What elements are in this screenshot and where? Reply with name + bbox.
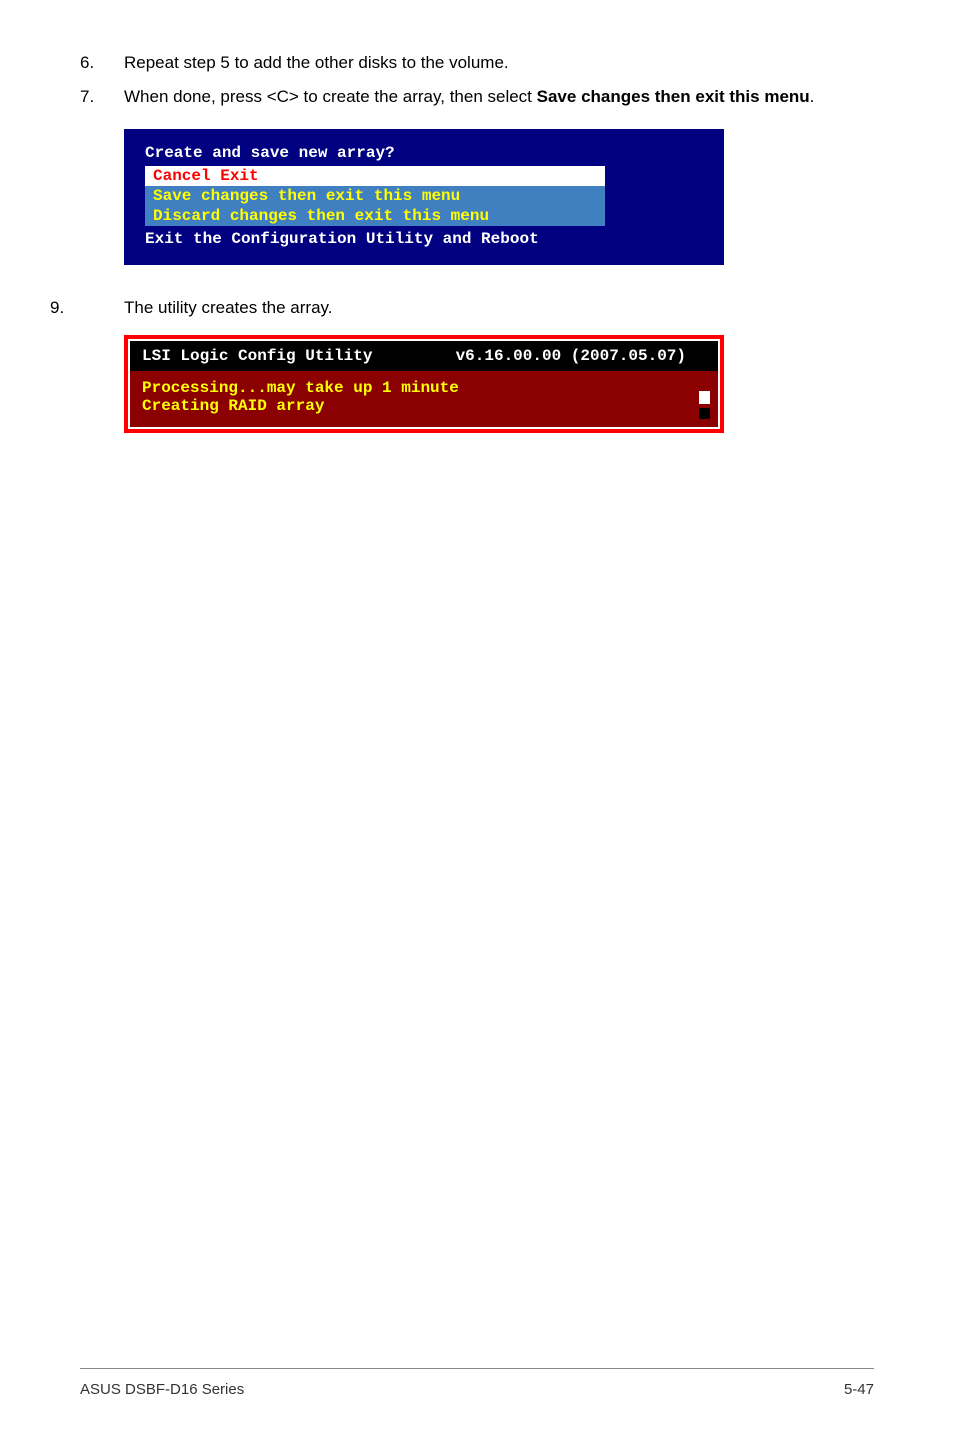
bios-processing-line2: Creating RAID array [142, 397, 706, 415]
bios-header-title: LSI Logic Config Utility [142, 347, 372, 365]
bios-processing-line1: Processing...may take up 1 minute [142, 379, 706, 397]
step-9-number: 9. [50, 295, 124, 321]
bios-menu: Cancel Exit Save changes then exit this … [145, 166, 605, 226]
bios-menu-discard-changes[interactable]: Discard changes then exit this menu [145, 206, 605, 226]
step-7-bold: Save changes then exit this menu [537, 87, 810, 106]
footer-page-number: 5-47 [844, 1381, 874, 1398]
bios-processing-body: Processing...may take up 1 minute Creati… [130, 371, 718, 427]
page-footer: ASUS DSBF-D16 Series 5-47 [80, 1368, 874, 1398]
bios-processing-window: LSI Logic Config Utility v6.16.00.00 (20… [124, 335, 724, 433]
step-7-number: 7. [80, 84, 124, 110]
step-7: 7. When done, press <C> to create the ar… [80, 84, 874, 110]
step-7-text: When done, press <C> to create the array… [124, 84, 874, 110]
step-7-prefix: When done, press <C> to create the array… [124, 87, 537, 106]
step-6: 6. Repeat step 5 to add the other disks … [80, 50, 874, 76]
bios-menu-save-changes[interactable]: Save changes then exit this menu [145, 186, 605, 206]
step-7-suffix: . [810, 87, 815, 106]
bios-create-array-dialog: Create and save new array? Cancel Exit S… [124, 129, 724, 265]
bios-processing-header: LSI Logic Config Utility v6.16.00.00 (20… [130, 341, 718, 371]
bios-cursor-icon [694, 391, 710, 407]
step-9: 9. The utility creates the array. [50, 295, 874, 321]
bios-header-version: v6.16.00.00 (2007.05.07) [456, 347, 706, 365]
bios-exit-line: Exit the Configuration Utility and Reboo… [127, 228, 721, 250]
step-6-text: Repeat step 5 to add the other disks to … [124, 50, 874, 76]
step-6-number: 6. [80, 50, 124, 76]
bios-menu-cancel-exit[interactable]: Cancel Exit [145, 166, 605, 186]
step-9-text: The utility creates the array. [124, 295, 874, 321]
bios-dialog-title: Create and save new array? [127, 142, 721, 164]
footer-left: ASUS DSBF-D16 Series [80, 1381, 244, 1398]
